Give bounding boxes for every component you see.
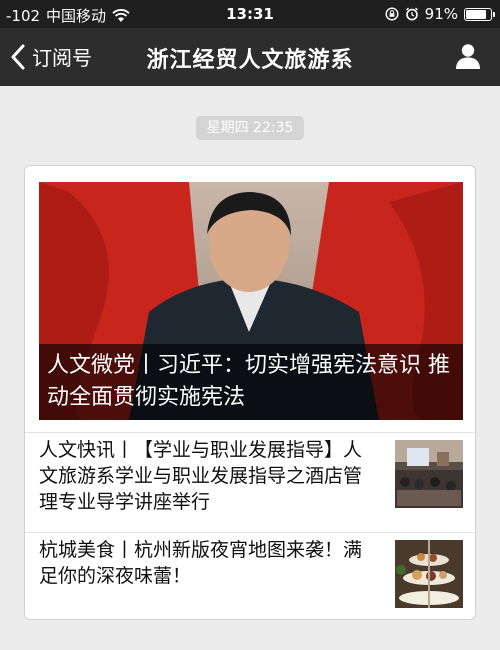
list-item-title: 杭城美食丨杭州新版夜宵地图来袭！满足你的深夜味蕾！ — [39, 539, 363, 587]
status-right: 91% — [385, 5, 495, 23]
rotation-lock-icon — [385, 7, 399, 21]
list-item-thumbnail — [395, 540, 463, 608]
person-icon[interactable] — [454, 42, 482, 70]
nav-bar: 订阅号 浙江经贸人文旅游系 — [0, 28, 500, 86]
hero-title: 人文微党丨习近平：切实增强宪法意识 推动全面贯彻实施宪法 — [39, 344, 463, 420]
chevron-left-icon — [11, 44, 25, 69]
hero-article[interactable]: 人文微党丨习近平：切实增强宪法意识 推动全面贯彻实施宪法 — [39, 182, 463, 420]
battery-percent: 91% — [424, 5, 458, 23]
alarm-icon — [405, 7, 418, 21]
list-item-title: 人文快讯丨【学业与职业发展指导】人文旅游系学业与职业发展指导之酒店管理专业导学讲… — [39, 439, 363, 513]
article-card: 人文微党丨习近平：切实增强宪法意识 推动全面贯彻实施宪法 人文快讯丨【学业与职业… — [24, 165, 476, 620]
list-item[interactable]: 杭城美食丨杭州新版夜宵地图来袭！满足你的深夜味蕾！ — [25, 532, 475, 620]
list-item-thumbnail — [395, 440, 463, 508]
list-item[interactable]: 人文快讯丨【学业与职业发展指导】人文旅游系学业与职业发展指导之酒店管理专业导学讲… — [25, 432, 475, 533]
battery-fill — [466, 9, 486, 19]
back-label: 订阅号 — [32, 46, 92, 70]
message-timestamp: 星期四 22:35 — [196, 116, 304, 140]
status-bar: -102 中国移动 13:31 91% — [0, 0, 500, 28]
back-button[interactable]: 订阅号 — [10, 42, 92, 71]
battery-icon — [464, 7, 495, 21]
